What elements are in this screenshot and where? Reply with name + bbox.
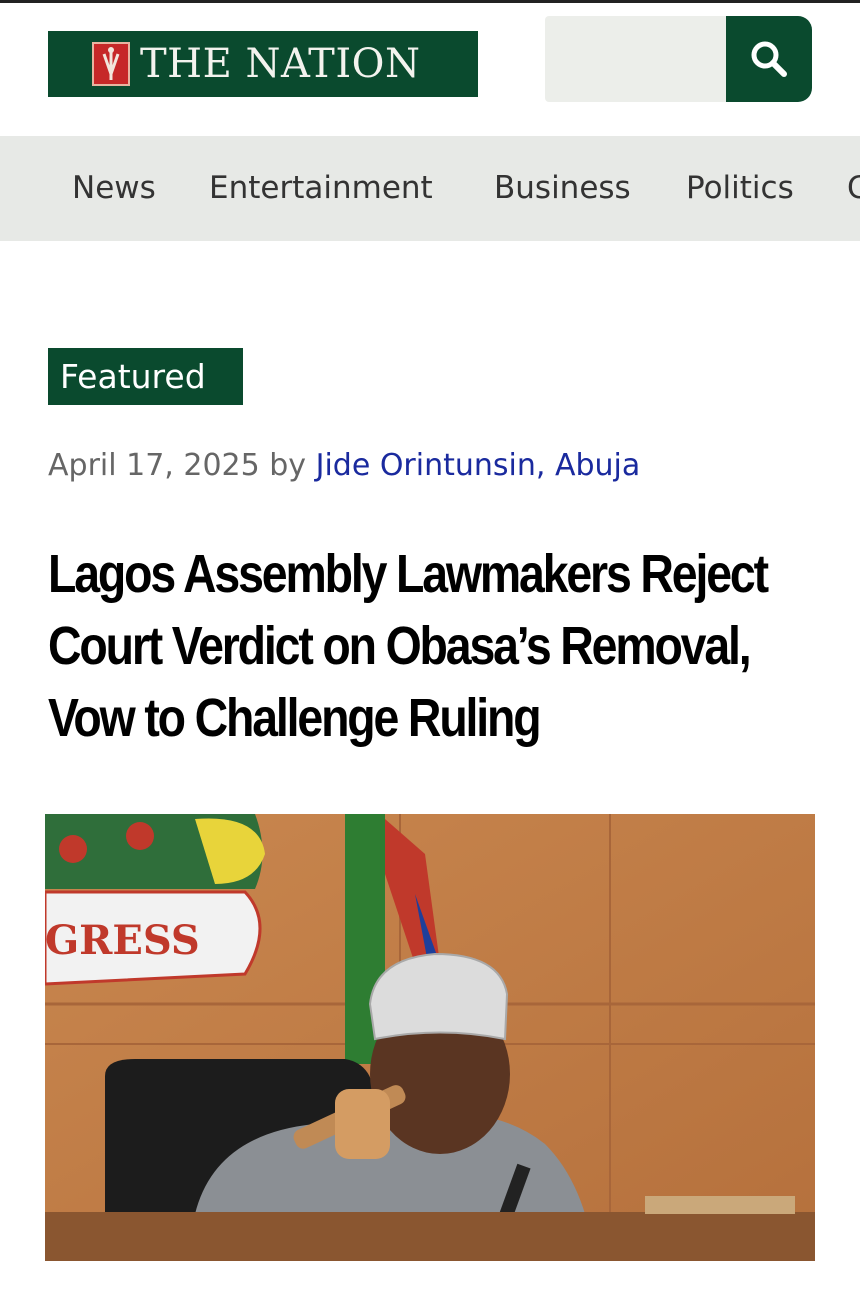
category-badge[interactable]: Featured	[48, 348, 243, 405]
site-logo[interactable]: THE NATION	[48, 31, 478, 97]
nav-item-business[interactable]: Business	[494, 136, 631, 241]
logo-emblem-icon	[92, 42, 130, 86]
article-byline: April 17, 2025 by Jide Orintunsin, Abuja	[48, 448, 640, 483]
main-nav: News Entertainment Business Politics C	[0, 136, 860, 241]
search-icon	[751, 41, 787, 77]
article-title: Lagos Assembly Lawmakers Reject Court Ve…	[48, 544, 769, 748]
article-date: April 17, 2025	[48, 448, 260, 483]
search-button[interactable]	[726, 16, 812, 102]
nav-item-entertainment[interactable]: Entertainment	[209, 136, 433, 241]
author-link[interactable]: Jide Orintunsin, Abuja	[316, 448, 641, 483]
nav-item-politics[interactable]: Politics	[686, 136, 794, 241]
nav-item-more[interactable]: C	[847, 136, 860, 241]
nav-item-news[interactable]: News	[72, 136, 156, 241]
byline-by: by	[269, 448, 307, 483]
top-border	[0, 0, 860, 3]
search-input[interactable]	[545, 16, 735, 102]
image-sign-text: GRESS	[45, 917, 200, 964]
logo-text: THE NATION	[140, 41, 421, 87]
article-image: GRESS	[45, 814, 815, 1261]
